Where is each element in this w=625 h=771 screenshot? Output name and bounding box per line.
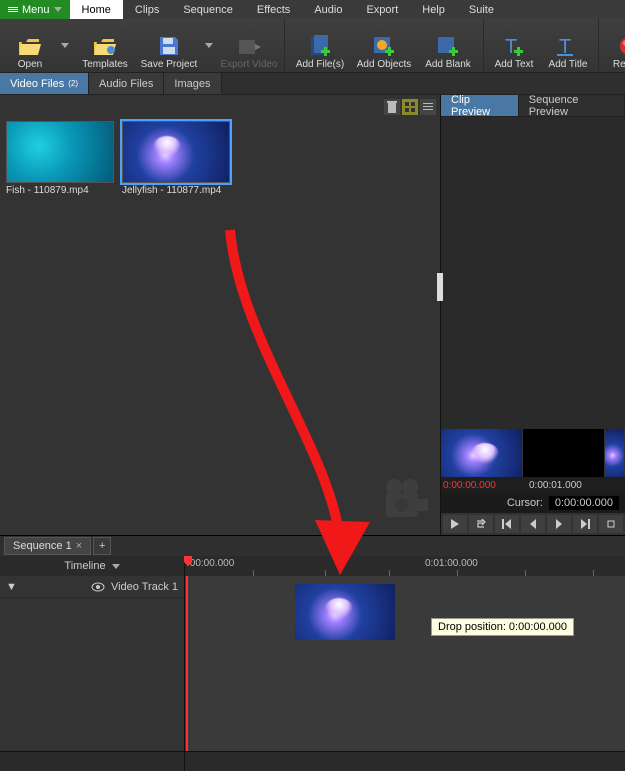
tab-clips[interactable]: Clips [123, 0, 171, 19]
hamburger-icon [8, 7, 18, 12]
add-title-button[interactable]: T Add Title [542, 20, 594, 72]
tab-export[interactable]: Export [354, 0, 410, 19]
export-icon [237, 35, 261, 57]
record-icon [617, 35, 625, 57]
add-objects-icon [372, 35, 396, 57]
chevron-down-icon [54, 7, 62, 12]
bin-list-view[interactable] [420, 99, 436, 115]
tab-audio[interactable]: Audio [302, 0, 354, 19]
transport-more-button[interactable] [599, 515, 623, 533]
thumb-label: Jellyfish - 110877.mp4 [122, 185, 232, 196]
bin-thumbs-view[interactable] [402, 99, 418, 115]
step-back-button[interactable] [521, 515, 545, 533]
panel-resize-handle[interactable] [437, 273, 443, 301]
video-track-header[interactable]: ▼ Video Track 1 [0, 576, 184, 598]
cursor-row: Cursor: 0:00:00.000 [441, 493, 625, 513]
add-blank-button[interactable]: Add Blank [417, 20, 479, 72]
preview-time-ruler: 0:00:00.000 0:00:01.000 [441, 477, 625, 493]
sequence-tab[interactable]: Sequence 1 × [4, 537, 91, 555]
timeline-ruler[interactable]: :00:00.000 0:01:00.000 [185, 556, 625, 576]
add-files-button[interactable]: Add File(s) [289, 20, 351, 72]
media-thumb[interactable]: Fish - 110879.mp4 [6, 121, 116, 196]
media-thumb[interactable]: Jellyfish - 110877.mp4 [122, 121, 232, 196]
svg-text:T: T [559, 36, 571, 57]
media-bin: Fish - 110879.mp4 Jellyfish - 110877.mp4 [0, 95, 441, 535]
save-split[interactable] [202, 20, 216, 72]
open-button[interactable]: Open [4, 20, 56, 72]
thumb-image [6, 121, 114, 183]
preview-tab-sequence[interactable]: Sequence Preview [519, 95, 625, 116]
add-files-icon [308, 35, 332, 57]
drop-tooltip: Drop position: 0:00:00.000 [431, 618, 574, 636]
add-objects-button[interactable]: Add Objects [353, 20, 415, 72]
playhead-line [186, 576, 188, 751]
timeline-toolbar[interactable]: Timeline [0, 556, 185, 576]
tab-suite[interactable]: Suite [457, 0, 506, 19]
add-blank-icon [436, 35, 460, 57]
export-video-button[interactable]: Export Video [218, 20, 280, 72]
menu-label: Menu [22, 4, 50, 16]
record-button[interactable]: Record [603, 20, 625, 72]
preview-filmstrip[interactable] [441, 429, 625, 477]
title-icon: T [556, 35, 580, 57]
tab-help[interactable]: Help [410, 0, 457, 19]
tab-home[interactable]: Home [70, 0, 123, 19]
cursor-value: 0:00:00.000 [549, 496, 619, 510]
goto-start-button[interactable] [495, 515, 519, 533]
loop-button[interactable] [469, 515, 493, 533]
timeline-track-body[interactable]: Drop position: 0:00:00.000 [185, 576, 625, 751]
tab-effects[interactable]: Effects [245, 0, 302, 19]
open-split[interactable] [58, 20, 72, 72]
camera-watermark-icon [380, 477, 430, 525]
text-icon: T [502, 35, 526, 57]
cursor-label: Cursor: [507, 497, 543, 509]
save-icon [157, 35, 181, 57]
close-icon[interactable]: × [76, 540, 82, 552]
goto-end-button[interactable] [573, 515, 597, 533]
filetab-images[interactable]: Images [164, 73, 221, 94]
preview-viewport [441, 117, 625, 429]
track-label: Video Track 1 [111, 581, 178, 593]
thumb-label: Fish - 110879.mp4 [6, 185, 116, 196]
bin-delete-button[interactable] [384, 99, 400, 115]
eye-icon[interactable] [91, 582, 105, 592]
folder-templates-icon [93, 35, 117, 57]
add-text-button[interactable]: T Add Text [488, 20, 540, 72]
preview-tab-clip[interactable]: Clip Preview [441, 95, 519, 116]
thumb-image [122, 121, 230, 183]
templates-button[interactable]: Templates [74, 20, 136, 72]
save-project-button[interactable]: Save Project [138, 20, 200, 72]
dragged-clip[interactable] [295, 584, 395, 640]
collapse-icon[interactable]: ▼ [6, 581, 17, 593]
folder-open-icon [18, 35, 42, 57]
filetab-video[interactable]: Video Files (2) [0, 73, 89, 94]
chevron-down-icon [112, 564, 120, 569]
add-sequence-button[interactable]: + [93, 537, 111, 555]
main-menu-button[interactable]: Menu [0, 0, 70, 19]
step-fwd-button[interactable] [547, 515, 571, 533]
tab-sequence[interactable]: Sequence [171, 0, 245, 19]
svg-text:T: T [505, 36, 517, 57]
play-button[interactable] [443, 515, 467, 533]
filetab-audio[interactable]: Audio Files [89, 73, 164, 94]
